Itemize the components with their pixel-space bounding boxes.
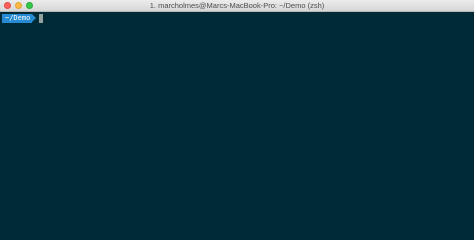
- prompt-line: ~/Demo: [2, 13, 44, 23]
- prompt-arrow-icon: [32, 14, 37, 22]
- text-cursor: [39, 13, 44, 23]
- title-bar[interactable]: 1. marcholmes@Marcs-MacBook-Pro: ~/Demo …: [0, 0, 474, 12]
- terminal-window: 1. marcholmes@Marcs-MacBook-Pro: ~/Demo …: [0, 0, 474, 240]
- prompt-directory-segment: ~/Demo: [2, 13, 33, 23]
- window-title: 1. marcholmes@Marcs-MacBook-Pro: ~/Demo …: [149, 1, 325, 10]
- terminal-area[interactable]: ~/Demo: [0, 12, 474, 240]
